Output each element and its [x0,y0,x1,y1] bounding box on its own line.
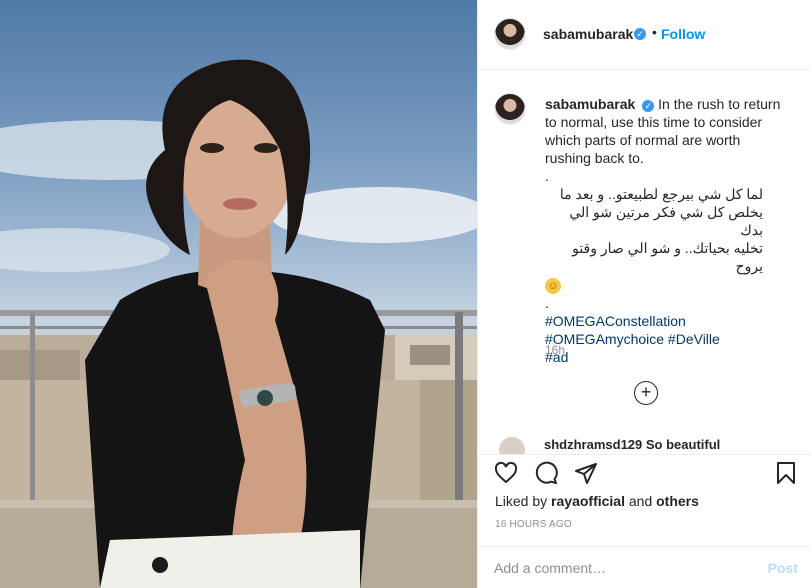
hashtag-link[interactable]: #OMEGAmychoice #DeVille [545,330,785,348]
caption-username[interactable]: sabamubarak [545,96,635,112]
separator-dot: • [652,24,657,40]
caption-arabic-line: يخلص كل شي فكر مرتين شو الي بدك [569,204,763,238]
post-panel: sabamubarak ✓ • Follow sabamubarak ✓ In t… [477,0,811,588]
likes-prefix: Liked by [495,493,548,509]
post-header: sabamubarak ✓ • Follow [478,0,811,70]
caption-time[interactable]: 16h [545,343,565,357]
verified-badge-icon: ✓ [642,100,655,112]
action-bar [478,454,811,494]
caption-arabic-line: تخليه بحياتك.. و شو الي صار وقتو يروح [572,240,763,274]
comment-row: shdzhramsd129 So beautiful [494,437,794,454]
smile-emoji-icon: ☺ [545,278,561,294]
post-caption: sabamubarak ✓ In the rush to return to no… [545,95,785,366]
caption-arabic-line: لما كل شي بيرجع لطبيعتو.. و بعد ما [559,186,763,202]
liked-by-user[interactable]: rayaofficial [551,493,625,509]
post-comment-button[interactable]: Post [768,560,798,576]
paper-plane-icon[interactable] [574,461,602,489]
hashtag-link[interactable]: #ad [545,348,785,366]
author-username[interactable]: sabamubarak [543,26,633,42]
plus-circle-icon[interactable]: + [634,381,658,405]
comment-input[interactable] [494,559,754,577]
likes-others-link[interactable]: others [656,493,699,509]
comments-area[interactable]: sabamubarak ✓ In the rush to return to no… [478,71,811,454]
likes-summary: Liked by rayaofficial and others [495,493,699,509]
likes-and: and [628,493,653,509]
post-timestamp[interactable]: 16 HOURS AGO [495,519,572,530]
portrait-illustration [0,59,477,588]
commenter-avatar[interactable] [499,437,525,454]
instagram-post: sabamubarak ✓ • Follow sabamubarak ✓ In t… [0,0,811,588]
comment-icon[interactable] [534,461,562,489]
post-photo[interactable] [0,0,477,588]
add-comment-bar: Post [478,546,811,588]
author-avatar[interactable] [494,18,526,50]
verified-badge-icon: ✓ [634,28,646,40]
bookmark-icon[interactable] [774,461,802,489]
heart-icon[interactable] [494,461,522,489]
caption-dot: . [545,168,549,184]
comment-text: shdzhramsd129 So beautiful [544,437,721,452]
caption-dot: . [545,295,549,311]
follow-button[interactable]: Follow [661,26,705,42]
hashtag-link[interactable]: #OMEGAConstellation [545,312,785,330]
caption-avatar[interactable] [494,93,526,125]
